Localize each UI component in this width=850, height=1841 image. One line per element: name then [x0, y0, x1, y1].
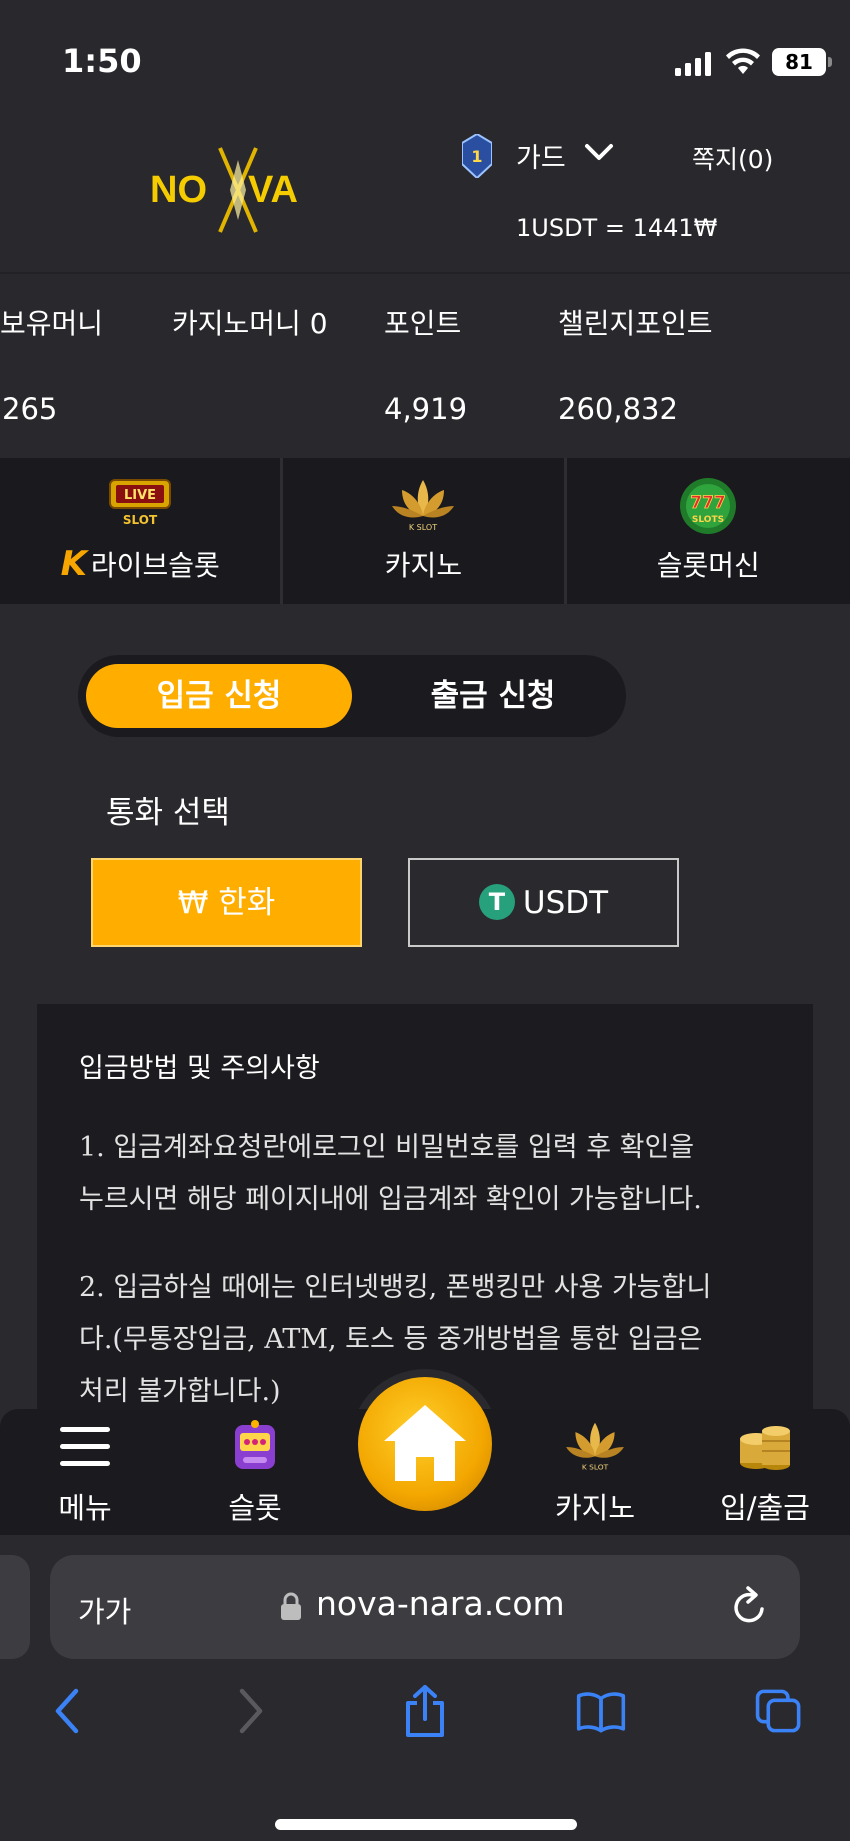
- nav-menu-label: 메뉴: [58, 1491, 112, 1525]
- svg-text:NO: NO: [150, 169, 207, 211]
- currency-usdt-button[interactable]: T USDT: [408, 858, 679, 947]
- svg-text:VA: VA: [248, 169, 298, 211]
- coins-icon: [740, 1426, 790, 1470]
- tab-live-slot-label: 라이브슬롯: [90, 549, 220, 582]
- site-header: NO VA 1 가드 쪽지(0) 1USDT = 1441₩: [0, 112, 850, 272]
- svg-text:K SLOT: K SLOT: [409, 523, 437, 532]
- slot-machine-icon: [235, 1420, 275, 1469]
- svg-text:K SLOT: K SLOT: [582, 1462, 609, 1471]
- lock-icon: [281, 1592, 301, 1620]
- currency-krw-button[interactable]: ₩ 한화: [91, 858, 362, 947]
- home-icon: [384, 1405, 466, 1481]
- holding-money-value: 265: [2, 392, 58, 426]
- nav-slot[interactable]: 슬롯: [180, 1409, 330, 1535]
- messages-link[interactable]: 쪽지(0): [692, 140, 773, 176]
- nav-slot-label: 슬롯: [228, 1491, 282, 1525]
- forward-icon[interactable]: [224, 1685, 274, 1737]
- game-category-tabs: LIVE SLOT K 라이브슬롯 K SLOT 카지노 777 SLOTS 슬롯…: [0, 458, 850, 604]
- home-indicator[interactable]: [275, 1819, 577, 1830]
- nav-casino[interactable]: K SLOT 카지노: [520, 1409, 670, 1535]
- text-size-button[interactable]: 가가: [78, 1589, 131, 1631]
- tether-icon: T: [478, 883, 515, 920]
- chevron-down-icon[interactable]: [584, 142, 614, 164]
- hamburger-menu-icon: [60, 1427, 110, 1466]
- nav-deposit-withdraw[interactable]: 입/출금: [690, 1409, 840, 1535]
- points-value: 4,919: [384, 392, 468, 426]
- currency-usdt-label: USDT: [522, 885, 609, 921]
- k-brand-icon: K: [60, 544, 87, 584]
- tab-casino[interactable]: K SLOT 카지노: [283, 458, 567, 604]
- back-icon[interactable]: [44, 1685, 94, 1737]
- notice-line: 누르시면 해당 페이지내에 입금계좌 확인이 가능합니다.: [79, 1184, 702, 1215]
- level-badge-icon: 1: [462, 134, 492, 178]
- svg-text:777: 777: [690, 493, 726, 513]
- casino-lotus-icon: K SLOT: [392, 480, 455, 532]
- tab-slot-machine[interactable]: 777 SLOTS 슬롯머신: [567, 458, 850, 604]
- svg-text:1: 1: [471, 147, 482, 166]
- url-text[interactable]: nova-nara.com: [316, 1584, 565, 1623]
- browser-toolbar: 가가 nova-nara.com: [0, 1535, 850, 1841]
- points-label: 포인트: [384, 307, 462, 340]
- exchange-rate: 1USDT = 1441₩: [516, 214, 718, 242]
- deposit-notice-panel: 입금방법 및 주의사항 1. 입금계좌요청란에로그인 비밀번호를 입력 후 확인…: [37, 1004, 813, 1424]
- tab-slot-machine-label: 슬롯머신: [656, 549, 760, 582]
- user-name[interactable]: 가드: [516, 136, 566, 175]
- home-button[interactable]: [358, 1377, 492, 1511]
- cellular-signal-icon: [675, 52, 711, 76]
- tab-withdraw-request[interactable]: 출금 신청: [368, 664, 618, 728]
- svg-text:LIVE: LIVE: [124, 488, 156, 503]
- svg-text:SLOT: SLOT: [123, 513, 158, 527]
- challenge-points-label: 챌린지포인트: [558, 307, 713, 340]
- holding-money-label: 보유머니: [0, 307, 104, 340]
- 777-slots-icon: 777 SLOTS: [680, 478, 737, 534]
- status-time: 1:50: [62, 42, 142, 80]
- wifi-icon: [726, 48, 760, 74]
- share-icon[interactable]: [400, 1685, 450, 1737]
- tabs-icon[interactable]: [754, 1685, 804, 1737]
- nova-logo[interactable]: NO VA: [150, 140, 326, 240]
- balance-panel: 보유머니 카지노머니 0 포인트 챌린지포인트 265 4,919 260,83…: [0, 272, 850, 458]
- live-slot-icon: LIVE SLOT: [109, 479, 172, 527]
- previous-tab-preview[interactable]: [0, 1555, 30, 1659]
- nav-menu[interactable]: 메뉴: [10, 1409, 160, 1535]
- challenge-points-value: 260,832: [558, 392, 678, 426]
- currency-select-title: 통화 선택: [106, 795, 230, 831]
- notice-line: 1. 입금계좌요청란에로그인 비밀번호를 입력 후 확인을: [79, 1132, 695, 1163]
- deposit-withdraw-toggle: 입금 신청 출금 신청: [78, 655, 626, 737]
- battery-indicator: 81: [772, 48, 832, 76]
- tab-live-slot[interactable]: LIVE SLOT K 라이브슬롯: [0, 458, 284, 604]
- notice-title: 입금방법 및 주의사항: [79, 1053, 320, 1084]
- casino-lotus-icon: K SLOT: [566, 1422, 624, 1471]
- bookmarks-icon[interactable]: [576, 1685, 626, 1737]
- reload-icon[interactable]: [730, 1585, 770, 1627]
- notice-line: 2. 입금하실 때에는 인터넷뱅킹, 폰뱅킹만 사용 가능합니: [79, 1272, 712, 1303]
- nav-casino-label: 카지노: [554, 1491, 636, 1525]
- casino-money-label: 카지노머니 0: [172, 307, 328, 340]
- nav-deposit-withdraw-label: 입/출금: [720, 1491, 810, 1525]
- svg-text:SLOTS: SLOTS: [692, 515, 724, 525]
- address-bar[interactable]: 가가 nova-nara.com: [50, 1555, 800, 1659]
- tab-casino-label: 카지노: [384, 549, 463, 582]
- notice-line: 다.(무통장입금, ATM, 토스 등 중개방법을 통한 입금은: [79, 1324, 703, 1355]
- tab-deposit-request[interactable]: 입금 신청: [86, 664, 352, 728]
- status-bar: 1:50 81: [0, 0, 850, 112]
